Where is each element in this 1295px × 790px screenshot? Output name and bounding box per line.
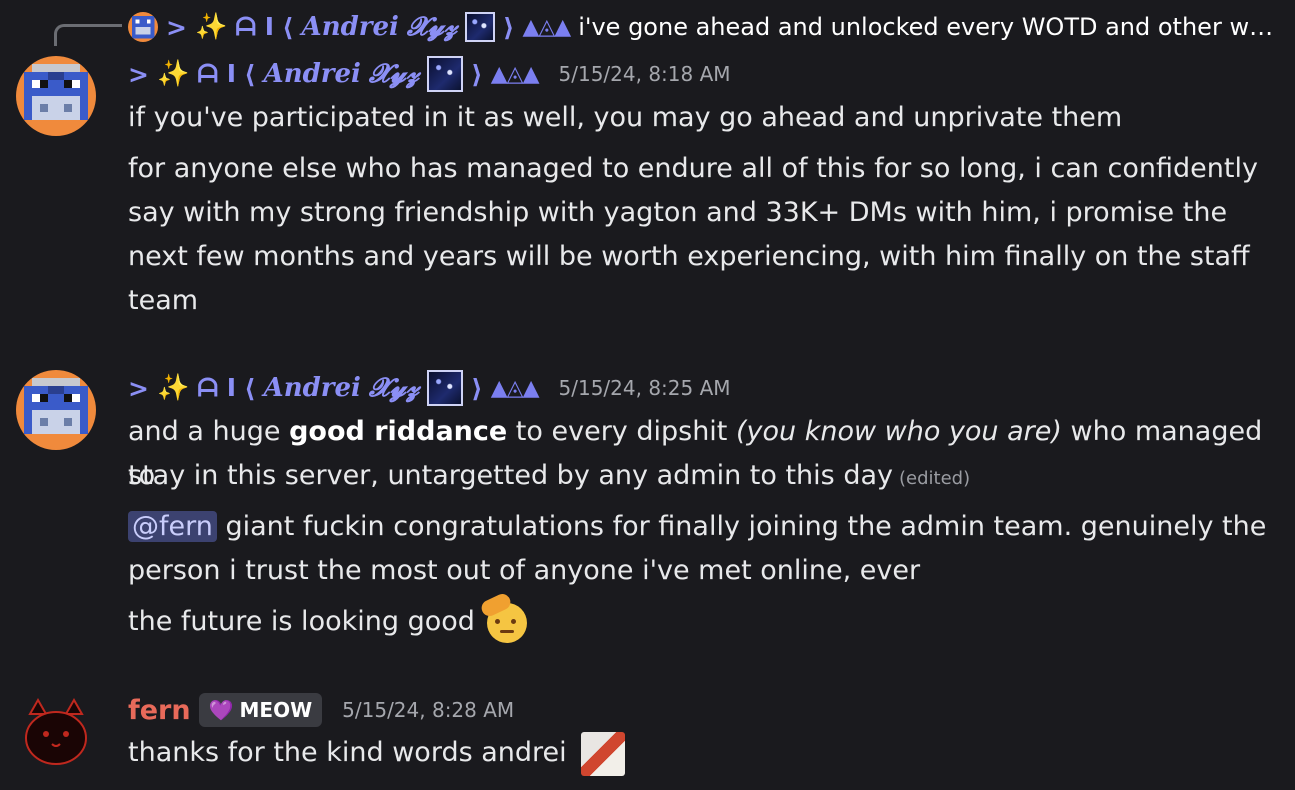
avatar-fern[interactable] <box>16 692 96 772</box>
reply-connector <box>54 24 122 46</box>
author-prefix: > <box>128 373 149 403</box>
role-tag-label: MEOW <box>239 698 313 722</box>
author-name-script[interactable]: 𝓧𝔂𝔃 <box>369 373 419 404</box>
message-text: @fern giant fuckin congratulations for f… <box>128 505 1268 549</box>
message-text: say with my strong friendship with yagto… <box>128 197 1228 228</box>
reply-preview[interactable]: > ✨ ᗩ I ⟨ Andrei 𝓧𝔂𝔃 ⟩ ▲◬▲ i've gone ahea… <box>128 8 1278 46</box>
message-text: next few months and years will be worth … <box>128 241 1250 272</box>
triangles-icon: ▲◬▲ <box>490 61 540 87</box>
reply-author-name-a: ᗩ I <box>235 12 275 41</box>
author-name-a[interactable]: ᗩ I <box>197 59 236 89</box>
message-text: team <box>128 285 199 316</box>
author-bracket-close: ⟩ <box>471 373 483 403</box>
reply-text[interactable]: i've gone ahead and unlocked every WOTD … <box>578 13 1278 41</box>
message-timestamp[interactable]: 5/15/24, 8:28 AM <box>342 698 514 722</box>
text-run: giant fuckin congratulations for finally… <box>216 511 1267 542</box>
sparkles-icon: ✨ <box>194 12 228 42</box>
galaxy-badge-icon <box>427 56 464 92</box>
author-name-script[interactable]: 𝓧𝔂𝔃 <box>369 59 419 90</box>
author-name-a[interactable]: ᗩ I <box>197 373 236 403</box>
text-run: and a huge <box>128 416 290 447</box>
bold-text: good riddance <box>289 416 508 447</box>
edited-marker[interactable]: (edited) <box>899 468 970 489</box>
user-mention[interactable]: @fern <box>128 511 217 542</box>
message-text: stay in this server, untargetted by any … <box>128 454 1268 501</box>
custom-emoji-icon[interactable] <box>581 731 626 776</box>
saluting-face-icon[interactable] <box>479 590 528 643</box>
text-run: the future is looking good <box>128 606 475 637</box>
message-header: fern 💜 MEOW 5/15/24, 8:28 AM <box>128 690 514 730</box>
galaxy-badge-icon <box>465 12 495 42</box>
italic-text: (you know who you are) <box>735 416 1062 447</box>
triangles-icon: ▲◬▲ <box>522 14 571 40</box>
text-run: thanks for the kind words andrei <box>128 737 567 768</box>
chat-view: > ✨ ᗩ I ⟨ Andrei 𝓧𝔂𝔃 ⟩ ▲◬▲ i've gone ahea… <box>0 0 1295 790</box>
message-text: person i trust the most out of anyone i'… <box>128 555 921 586</box>
message-timestamp[interactable]: 5/15/24, 8:25 AM <box>559 376 731 400</box>
avatar-andrei[interactable] <box>16 56 96 136</box>
purple-heart-icon: 💜 <box>208 698 234 722</box>
reply-author-name-script: 𝓧𝔂𝔃 <box>406 11 458 42</box>
reply-bracket-close: ⟩ <box>503 12 515 42</box>
sparkles-icon: ✨ <box>156 59 190 89</box>
author-bracket-close: ⟩ <box>471 59 483 89</box>
message-header: > ✨ ᗩ I ⟨ Andrei 𝓧𝔂𝔃 ⟩ ▲◬▲ 5/15/24, 8:18 … <box>128 54 731 94</box>
sparkles-icon: ✨ <box>156 373 190 403</box>
reply-bracket-open: ⟨ <box>282 12 294 42</box>
message-text: thanks for the kind words andrei <box>128 731 1268 776</box>
message-text: for anyone else who has managed to endur… <box>128 153 1258 184</box>
author-prefix: > <box>128 59 149 89</box>
author-name[interactable]: fern <box>128 695 191 726</box>
message-text: the future is looking good <box>128 590 1268 644</box>
text-run: to every dipshit <box>507 416 736 447</box>
reply-author-prefix: > <box>166 12 187 42</box>
message-text: if you've participated in it as well, yo… <box>128 102 1123 133</box>
avatar-andrei[interactable] <box>16 370 96 450</box>
text-run: stay in this server, untargetted by any … <box>128 460 893 491</box>
role-tag[interactable]: 💜 MEOW <box>198 693 323 727</box>
author-name-main[interactable]: Andrei <box>264 373 361 403</box>
message-header: > ✨ ᗩ I ⟨ Andrei 𝓧𝔂𝔃 ⟩ ▲◬▲ 5/15/24, 8:25 … <box>128 368 731 408</box>
author-bracket-open: ⟨ <box>244 373 256 403</box>
triangles-icon: ▲◬▲ <box>490 375 540 401</box>
galaxy-badge-icon <box>427 370 464 406</box>
reply-avatar[interactable] <box>128 12 158 42</box>
message-timestamp[interactable]: 5/15/24, 8:18 AM <box>559 62 731 86</box>
reply-author-name-main: Andrei <box>301 12 399 42</box>
author-bracket-open: ⟨ <box>244 59 256 89</box>
author-name-main[interactable]: Andrei <box>264 59 361 89</box>
